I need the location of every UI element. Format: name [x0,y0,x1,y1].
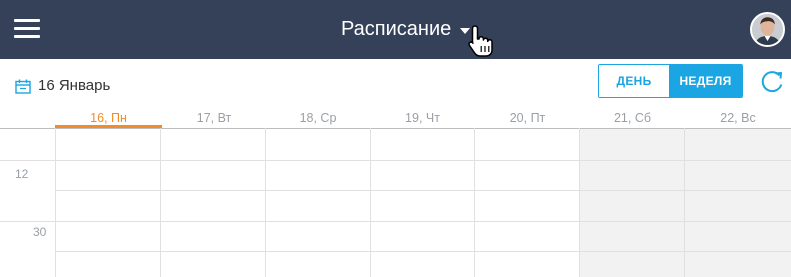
current-date-label: 16 Январь [38,77,111,94]
hand-pointer-cursor-icon [468,25,493,57]
day-header-tue[interactable]: 17, Вт [162,108,266,128]
grid-column-line [684,128,685,277]
day-header-fri[interactable]: 20, Пт [475,108,580,128]
grid-hour-line [0,160,791,161]
view-toggle: ДЕНЬ НЕДЕЛЯ [598,64,743,98]
page-title-dropdown[interactable]: Расписание [341,15,471,43]
grid-column-line [160,128,161,277]
weekend-columns [580,128,791,277]
time-label-half: 30 [33,225,47,239]
grid-hour-line [0,221,791,222]
hamburger-menu-icon[interactable] [14,19,40,39]
avatar-photo [752,14,783,45]
grid-column-line [265,128,266,277]
day-header-thu[interactable]: 19, Чт [370,108,475,128]
header-divider [0,128,791,129]
calendar-icon [15,79,31,94]
day-header-sun[interactable]: 22, Вс [685,108,791,128]
user-avatar[interactable] [750,12,785,47]
grid-half-line [55,251,791,252]
top-bar: Расписание [0,0,791,59]
day-header-wed[interactable]: 18, Ср [266,108,370,128]
grid-column-line [370,128,371,277]
grid-column-line [474,128,475,277]
refresh-icon[interactable] [759,69,785,95]
grid-column-line [579,128,580,277]
week-time-grid: 12 30 [0,128,791,277]
week-view-button[interactable]: НЕДЕЛЯ [669,65,742,97]
time-label-hour: 12 [15,167,29,181]
page-title: Расписание [341,18,452,40]
grid-half-line [55,190,791,191]
grid-column-line [55,128,56,277]
day-view-button[interactable]: ДЕНЬ [599,65,669,97]
date-picker[interactable]: 16 Январь [15,77,110,95]
day-header-sat[interactable]: 21, Сб [580,108,685,128]
